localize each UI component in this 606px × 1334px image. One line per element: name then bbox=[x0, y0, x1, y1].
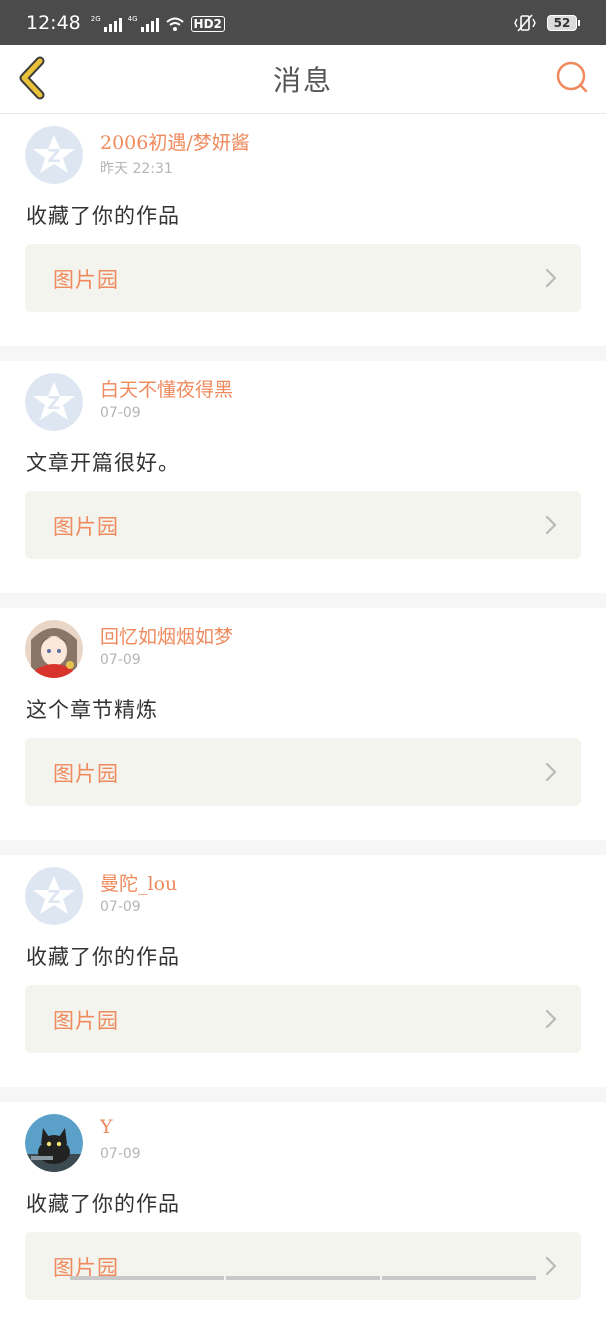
work-link[interactable]: 图片园 bbox=[25, 491, 581, 559]
message-text: 这个章节精炼 bbox=[26, 698, 158, 722]
timestamp: 07-09 bbox=[100, 899, 141, 915]
work-title: 图片园 bbox=[53, 268, 119, 292]
chevron-right-icon bbox=[545, 515, 557, 535]
signal-icon: 2G bbox=[90, 14, 122, 32]
card-separator bbox=[0, 593, 606, 608]
card-separator bbox=[0, 346, 606, 361]
bottom-scroll-indicator bbox=[70, 1276, 536, 1280]
work-title: 图片园 bbox=[53, 762, 119, 786]
default-avatar[interactable]: Z bbox=[25, 126, 83, 184]
timestamp: 07-09 bbox=[100, 405, 141, 421]
card-separator bbox=[0, 840, 606, 855]
message-text: 收藏了你的作品 bbox=[26, 945, 180, 969]
timestamp: 07-09 bbox=[100, 652, 141, 668]
status-time: 12:48 bbox=[26, 11, 81, 34]
svg-text:Z: Z bbox=[47, 887, 60, 908]
status-icons: 2G 4G HD2 bbox=[91, 14, 225, 32]
signal-2-label: 4G bbox=[127, 14, 138, 23]
notification-card: Z 曼陀_lou 07-09 收藏了你的作品 图片园 bbox=[0, 855, 606, 1087]
message-text: 收藏了你的作品 bbox=[26, 204, 180, 228]
timestamp: 昨天 22:31 bbox=[100, 161, 173, 177]
username[interactable]: 2006初遇/梦妍酱 bbox=[100, 128, 250, 155]
default-avatar[interactable]: Z bbox=[25, 867, 83, 925]
page-title: 消息 bbox=[272, 64, 333, 97]
timestamp: 07-09 bbox=[100, 1146, 141, 1162]
status-right: 52 bbox=[513, 13, 580, 32]
hd-voice-icon: HD2 bbox=[190, 15, 225, 32]
default-avatar[interactable]: Z bbox=[25, 373, 83, 431]
battery-icon: 52 bbox=[547, 14, 580, 31]
signal-1-label: 2G bbox=[90, 14, 101, 23]
notification-list: Z 2006初遇/梦妍酱 昨天 22:31 收藏了你的作品 图片园 Z 白天不懂… bbox=[0, 114, 606, 1334]
black-cat-avatar[interactable] bbox=[25, 1114, 83, 1172]
wifi-icon bbox=[165, 17, 184, 31]
username[interactable]: 曼陀_lou bbox=[100, 869, 177, 896]
work-link[interactable]: 图片园 bbox=[25, 985, 581, 1053]
work-link[interactable]: 图片园 bbox=[25, 1232, 581, 1300]
chevron-right-icon bbox=[545, 268, 557, 288]
status-bar: 12:48 2G 4G HD2 52 bbox=[0, 0, 606, 45]
vibrate-icon bbox=[514, 13, 536, 32]
battery-level: 52 bbox=[547, 14, 577, 31]
username[interactable]: 回忆如烟烟如梦 bbox=[100, 622, 233, 649]
svg-text:Z: Z bbox=[47, 393, 60, 414]
work-link[interactable]: 图片园 bbox=[25, 738, 581, 806]
search-icon bbox=[556, 61, 588, 93]
chevron-right-icon bbox=[545, 1009, 557, 1029]
card-separator bbox=[0, 1087, 606, 1102]
notification-card: Y 07-09 收藏了你的作品 图片园 bbox=[0, 1102, 606, 1334]
search-button[interactable] bbox=[552, 58, 592, 98]
work-title: 图片园 bbox=[53, 1009, 119, 1033]
notification-card: Z 白天不懂夜得黑 07-09 文章开篇很好。 图片园 bbox=[0, 361, 606, 593]
message-text: 收藏了你的作品 bbox=[26, 1192, 180, 1216]
anime-girl-avatar[interactable] bbox=[25, 620, 83, 678]
status-left: 12:48 2G 4G HD2 bbox=[26, 12, 225, 34]
svg-text:Z: Z bbox=[47, 146, 60, 167]
notification-card: Z 2006初遇/梦妍酱 昨天 22:31 收藏了你的作品 图片园 bbox=[0, 114, 606, 346]
chevron-right-icon bbox=[545, 1256, 557, 1276]
work-title: 图片园 bbox=[53, 515, 119, 539]
username[interactable]: Y bbox=[100, 1116, 113, 1138]
notification-card: 回忆如烟烟如梦 07-09 这个章节精炼 图片园 bbox=[0, 608, 606, 840]
message-text: 文章开篇很好。 bbox=[26, 451, 180, 475]
chevron-right-icon bbox=[545, 762, 557, 782]
work-link[interactable]: 图片园 bbox=[25, 244, 581, 312]
username[interactable]: 白天不懂夜得黑 bbox=[100, 375, 233, 402]
signal-icon: 4G bbox=[127, 14, 159, 32]
nav-bar: 消息 bbox=[0, 45, 606, 114]
